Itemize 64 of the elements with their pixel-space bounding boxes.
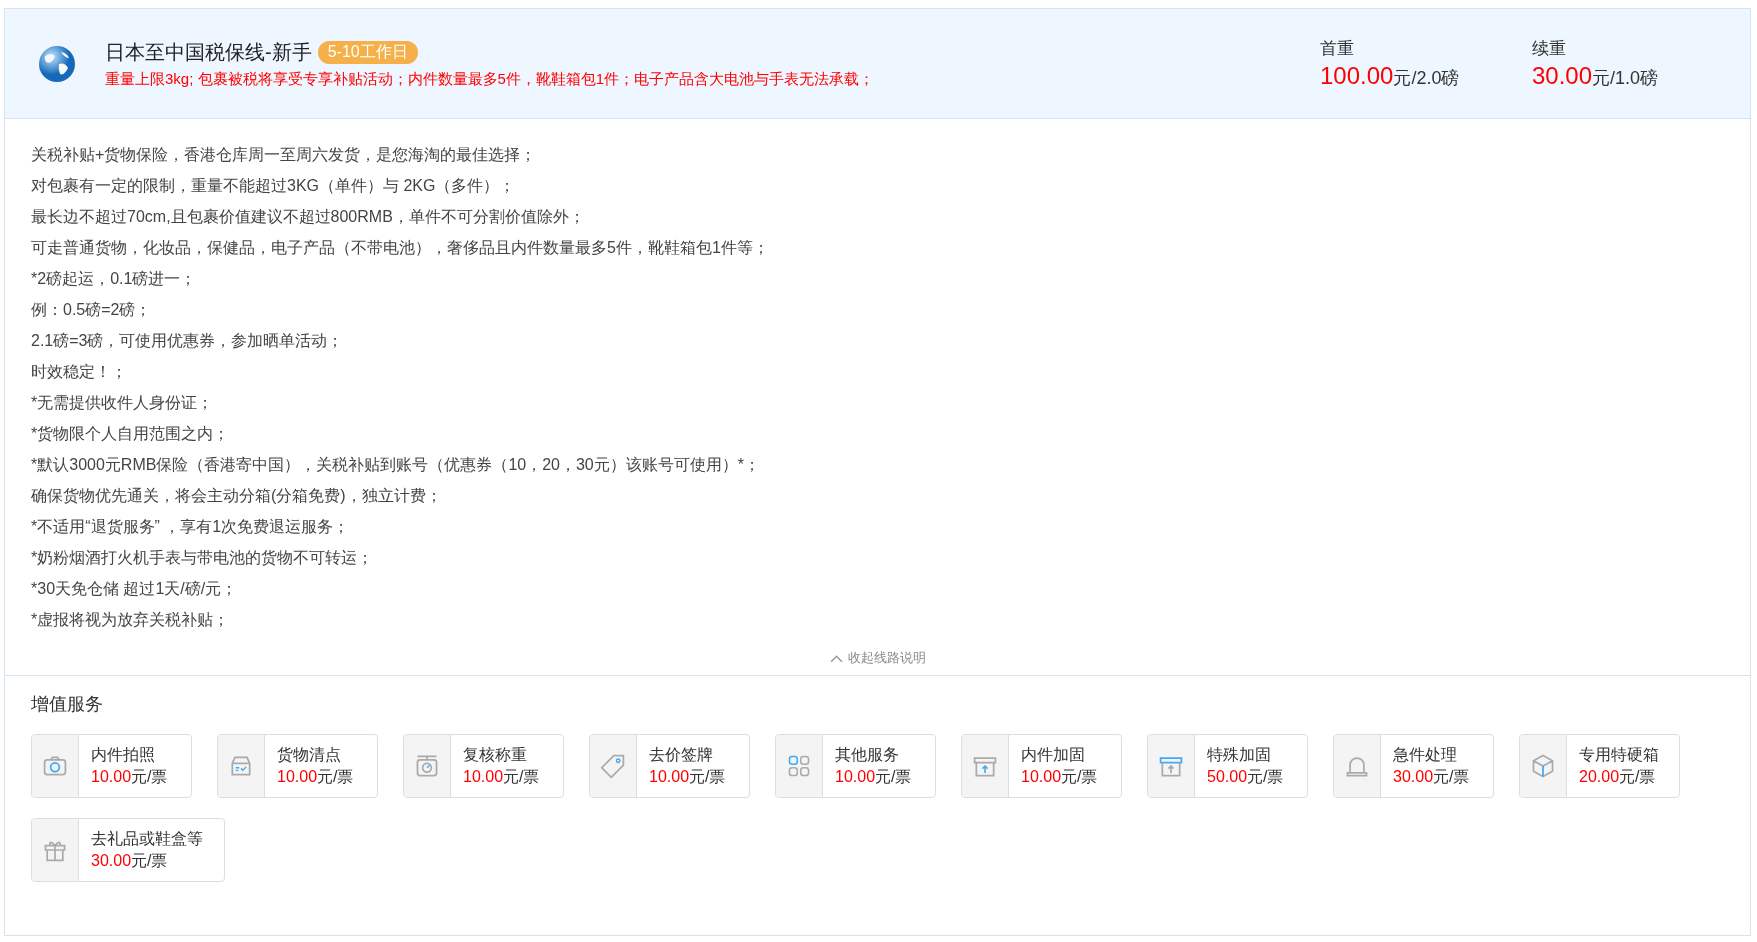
description-line: *虚报将视为放弃关税补贴； — [31, 610, 231, 630]
price-value: 100.00元/2.0磅 — [1320, 62, 1461, 90]
service-price: 30.00元/票 — [91, 850, 169, 871]
route-title: 日本至中国税保线-新手 — [105, 39, 312, 65]
tray-icon — [228, 753, 254, 779]
service-card[interactable]: 货物清点 10.00元/票 — [217, 734, 378, 798]
grid-icon — [786, 753, 812, 779]
description-line: *2磅起运，0.1磅进一； — [31, 269, 198, 289]
service-name: 去价签牌 — [649, 744, 714, 765]
service-name: 去礼品或鞋盒等 — [91, 828, 203, 849]
caret-up-icon — [829, 653, 843, 663]
description-line: 可走普通货物，化妆品，保健品，电子产品（不带电池），奢侈品且内件数量最多5件，靴鞋箱包1件等； — [31, 238, 770, 258]
service-name: 特殊加固 — [1207, 744, 1272, 765]
description-line: *货物限个人自用范围之内； — [31, 424, 231, 444]
description-line: 时效稳定！； — [31, 362, 128, 382]
service-card[interactable]: 其他服务 10.00元/票 — [775, 734, 936, 798]
scale-icon — [414, 753, 440, 779]
description-line: *30天免仓储 超过1天/磅/元； — [31, 579, 239, 599]
collapse-link[interactable]: 收起线路说明 — [829, 649, 926, 667]
description-line: *默认3000元RMB保险（香港寄中国），关税补贴到账号（优惠券（10，20，30元）该账号可使用）*； — [31, 455, 761, 475]
service-card[interactable]: 特殊加固 50.00元/票 — [1147, 734, 1308, 798]
service-name: 急件处理 — [1393, 744, 1458, 765]
delivery-time-badge: 5-10工作日 — [317, 40, 418, 64]
service-card[interactable]: 去价签牌 10.00元/票 — [589, 734, 750, 798]
cube-icon — [1530, 753, 1556, 779]
camera-icon — [42, 753, 68, 779]
service-price: 10.00元/票 — [649, 766, 726, 787]
description-line: 例：0.5磅=2磅； — [31, 300, 153, 320]
service-price: 30.00元/票 — [1393, 766, 1470, 787]
service-card[interactable]: 去礼品或鞋盒等 30.00元/票 — [31, 818, 225, 882]
description-line: 确保货物优先通关，将会主动分箱(分箱免费)，独立计费； — [31, 486, 443, 506]
service-card[interactable]: 专用特硬箱 20.00元/票 — [1519, 734, 1680, 798]
service-card[interactable]: 内件拍照 10.00元/票 — [31, 734, 192, 798]
price-label: 首重 — [1320, 38, 1355, 60]
description-line: 关税补贴+货物保险，香港仓库周一至周六发货，是您海淘的最佳选择； — [31, 145, 538, 165]
description-line: *不适用“退货服务” ，享有1次免费退运服务； — [31, 517, 351, 537]
description-line: 最长边不超过70cm,且包裹价值建议不超过800RMB，单件不可分割价值除外； — [31, 207, 586, 227]
service-price: 10.00元/票 — [1021, 766, 1098, 787]
service-name: 内件拍照 — [91, 744, 156, 765]
price-value: 30.00元/1.0磅 — [1532, 62, 1660, 90]
service-name: 其他服务 — [835, 744, 900, 765]
service-price: 10.00元/票 — [91, 766, 168, 787]
globe-icon — [37, 43, 77, 84]
service-card[interactable]: 复核称重 10.00元/票 — [403, 734, 564, 798]
service-price: 10.00元/票 — [835, 766, 912, 787]
service-name: 复核称重 — [463, 744, 528, 765]
service-price: 10.00元/票 — [277, 766, 354, 787]
price-label: 续重 — [1532, 38, 1567, 60]
service-card[interactable]: 急件处理 30.00元/票 — [1333, 734, 1494, 798]
service-price: 10.00元/票 — [463, 766, 540, 787]
service-name: 内件加固 — [1021, 744, 1086, 765]
service-card[interactable]: 内件加固 10.00元/票 — [961, 734, 1122, 798]
section-title: 增值服务 — [31, 693, 104, 716]
service-name: 货物清点 — [277, 744, 342, 765]
description-line: 对包裹有一定的限制，重量不能超过3KG（单件）与 2KG（多件）； — [31, 176, 517, 196]
tag-icon — [600, 753, 626, 779]
route-notice: 重量上限3kg; 包裹被税将享受专享补贴活动；内件数量最多5件，靴鞋箱包1件；电子产品含大电池与手表无法承载； — [105, 69, 876, 89]
service-name: 专用特硬箱 — [1579, 744, 1659, 765]
description-line: *奶粉烟酒打火机手表与带电池的货物不可转运； — [31, 548, 375, 568]
service-price: 50.00元/票 — [1207, 766, 1284, 787]
description-line: *无需提供收件人身份证； — [31, 393, 215, 413]
service-price: 20.00元/票 — [1579, 766, 1657, 787]
collapse-link-text[interactable]: 收起线路说明 — [847, 649, 926, 667]
description-line: 2.1磅=3磅，可使用优惠券，参加晒单活动； — [31, 331, 345, 351]
